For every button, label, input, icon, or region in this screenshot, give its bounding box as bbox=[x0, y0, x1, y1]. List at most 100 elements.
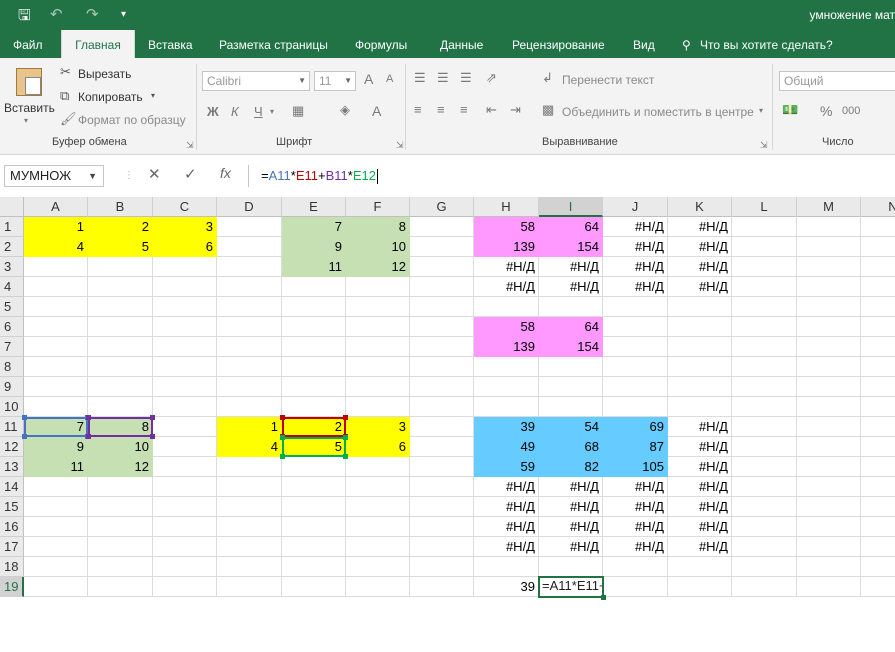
grid-cell[interactable] bbox=[861, 577, 895, 597]
grid-cell[interactable] bbox=[732, 477, 797, 497]
grid-cell[interactable] bbox=[474, 557, 539, 577]
column-header[interactable]: N bbox=[861, 197, 895, 217]
grid-cell[interactable] bbox=[797, 517, 861, 537]
grid-cell[interactable] bbox=[861, 377, 895, 397]
cell-b12[interactable]: 10 bbox=[88, 437, 153, 457]
grid-cell[interactable] bbox=[474, 397, 539, 417]
worksheet-grid[interactable]: A B C D E F G H I J K L M N 1 2 3 4 5 6 7 8 9 10 11 12 13 14 15 16 17 1… bbox=[0, 197, 895, 652]
shrink-font-icon[interactable]: A bbox=[386, 73, 393, 85]
grid-cell[interactable] bbox=[861, 497, 895, 517]
grid-cell[interactable] bbox=[346, 557, 410, 577]
grid-cell[interactable] bbox=[217, 477, 282, 497]
paste-dropdown-icon[interactable]: ▾ bbox=[24, 116, 28, 125]
grid-cell[interactable] bbox=[217, 537, 282, 557]
grid-cell[interactable] bbox=[282, 457, 346, 477]
grid-cell[interactable] bbox=[797, 437, 861, 457]
grid-cell[interactable] bbox=[797, 457, 861, 477]
cut-icon[interactable]: ✂ bbox=[60, 64, 71, 80]
cell-j2[interactable]: #Н/Д bbox=[603, 237, 668, 257]
grid-cell[interactable] bbox=[282, 337, 346, 357]
grid-cell[interactable] bbox=[217, 397, 282, 417]
range-resize-handle[interactable] bbox=[280, 454, 285, 459]
align-bottom-icon[interactable]: ☰ bbox=[460, 70, 472, 86]
redo-icon[interactable]: ↷ bbox=[86, 5, 99, 23]
grid-cell[interactable] bbox=[861, 217, 895, 237]
grid-cell[interactable] bbox=[861, 397, 895, 417]
grid-cell[interactable] bbox=[539, 397, 603, 417]
merge-center-icon[interactable]: ▩ bbox=[542, 102, 554, 118]
grid-cell[interactable] bbox=[346, 317, 410, 337]
grid-cell[interactable] bbox=[346, 537, 410, 557]
cell-k11[interactable]: #Н/Д bbox=[668, 417, 732, 437]
grid-cell[interactable] bbox=[24, 517, 88, 537]
grid-cell[interactable] bbox=[668, 357, 732, 377]
align-right-icon[interactable]: ≡ bbox=[460, 102, 468, 117]
wrap-text-button[interactable]: Перенести текст bbox=[562, 73, 654, 87]
grid-cell[interactable] bbox=[153, 417, 217, 437]
grid-cell[interactable] bbox=[603, 377, 668, 397]
cell-j11[interactable]: 69 bbox=[603, 417, 668, 437]
grid-cell[interactable] bbox=[861, 417, 895, 437]
row-header[interactable]: 18 bbox=[0, 557, 24, 577]
grid-cell[interactable] bbox=[732, 457, 797, 477]
insert-function-button[interactable]: fx bbox=[220, 165, 231, 181]
row-header[interactable]: 5 bbox=[0, 297, 24, 317]
column-header[interactable]: G bbox=[410, 197, 474, 217]
column-header[interactable]: I bbox=[539, 197, 603, 217]
cell-b1[interactable]: 2 bbox=[88, 217, 153, 237]
grid-cell[interactable] bbox=[346, 377, 410, 397]
grid-cell[interactable] bbox=[410, 217, 474, 237]
grid-cell[interactable] bbox=[410, 577, 474, 597]
cell-k15[interactable]: #Н/Д bbox=[668, 497, 732, 517]
grid-cell[interactable] bbox=[732, 437, 797, 457]
cell-k16[interactable]: #Н/Д bbox=[668, 517, 732, 537]
grid-cell[interactable] bbox=[346, 397, 410, 417]
orientation-icon[interactable]: ⇗ bbox=[486, 70, 497, 86]
grid-cell[interactable] bbox=[797, 417, 861, 437]
cell-e2[interactable]: 9 bbox=[282, 237, 346, 257]
grid-cell[interactable] bbox=[410, 377, 474, 397]
row-header[interactable]: 8 bbox=[0, 357, 24, 377]
save-icon[interactable]: 🖫 bbox=[18, 5, 31, 30]
grid-cell[interactable] bbox=[88, 337, 153, 357]
grid-cell[interactable] bbox=[732, 537, 797, 557]
grid-cell[interactable] bbox=[88, 297, 153, 317]
row-header[interactable]: 19 bbox=[0, 577, 24, 597]
cell-e1[interactable]: 7 bbox=[282, 217, 346, 237]
grid-cell[interactable] bbox=[668, 337, 732, 357]
grid-cell[interactable] bbox=[153, 577, 217, 597]
grid-cell[interactable] bbox=[153, 477, 217, 497]
grid-cell[interactable] bbox=[346, 497, 410, 517]
row-header[interactable]: 10 bbox=[0, 397, 24, 417]
grid-cell[interactable] bbox=[282, 277, 346, 297]
grid-cell[interactable] bbox=[24, 577, 88, 597]
grid-cell[interactable] bbox=[217, 577, 282, 597]
cell-a1[interactable]: 1 bbox=[24, 217, 88, 237]
cell-k14[interactable]: #Н/Д bbox=[668, 477, 732, 497]
tab-data[interactable]: Данные bbox=[440, 30, 483, 58]
cell-h19[interactable]: 39 bbox=[474, 577, 539, 597]
align-left-icon[interactable]: ≡ bbox=[414, 102, 422, 117]
grid-cell[interactable] bbox=[797, 577, 861, 597]
grid-cell[interactable] bbox=[153, 337, 217, 357]
cell-i11[interactable]: 54 bbox=[539, 417, 603, 437]
grid-cell[interactable] bbox=[668, 577, 732, 597]
cell-h12[interactable]: 49 bbox=[474, 437, 539, 457]
grid-cell[interactable] bbox=[668, 397, 732, 417]
column-header[interactable]: B bbox=[88, 197, 153, 217]
paste-icon[interactable] bbox=[16, 68, 42, 96]
grid-cell[interactable] bbox=[603, 557, 668, 577]
grid-cell[interactable] bbox=[217, 497, 282, 517]
row-header[interactable]: 3 bbox=[0, 257, 24, 277]
grid-cell[interactable] bbox=[217, 297, 282, 317]
grid-cell[interactable] bbox=[24, 397, 88, 417]
range-resize-handle[interactable] bbox=[343, 415, 348, 420]
cell-a2[interactable]: 4 bbox=[24, 237, 88, 257]
row-header[interactable]: 7 bbox=[0, 337, 24, 357]
chevron-down-icon[interactable]: ▼ bbox=[88, 166, 97, 186]
tab-review[interactable]: Рецензирование bbox=[512, 30, 605, 58]
cell-k2[interactable]: #Н/Д bbox=[668, 237, 732, 257]
grid-cell[interactable] bbox=[732, 517, 797, 537]
grid-cell[interactable] bbox=[24, 297, 88, 317]
range-resize-handle[interactable] bbox=[150, 415, 155, 420]
